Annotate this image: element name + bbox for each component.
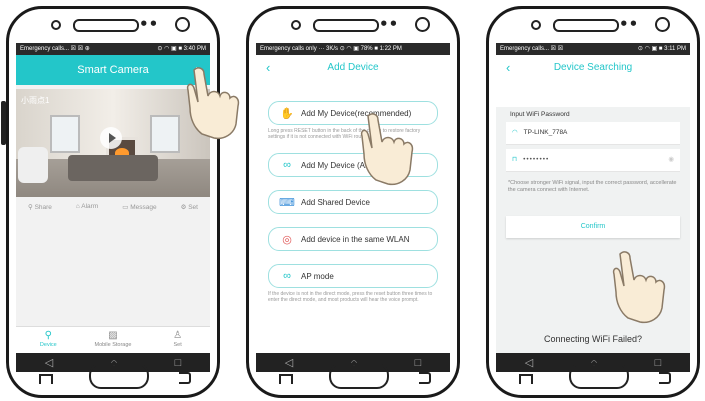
- back-nav-icon[interactable]: ◁: [525, 356, 533, 369]
- location-icon: ◎: [282, 233, 292, 246]
- status-bar: Emergency calls... ☒ ☒ ⊙ ◠ ▣ ■ 3:11 PM: [496, 43, 690, 55]
- page-title: Smart Camera +: [16, 55, 210, 85]
- status-bar: Emergency calls... ☒ ☒ ⊕ ⊙ ◠ ▣ ■ 3:40 PM: [16, 43, 210, 55]
- add-shared-device-button[interactable]: ⌨ Add Shared Device: [268, 190, 438, 214]
- camera-preview[interactable]: 小雨点1: [16, 89, 210, 197]
- alarm-button[interactable]: ⌂ Alarm: [76, 203, 98, 211]
- tab-set[interactable]: ♙ Set: [148, 327, 208, 353]
- phone-1: •• Emergency calls... ☒ ☒ ⊕ ⊙ ◠ ▣ ■ 3:40…: [1, 6, 220, 398]
- wifi-password-field[interactable]: ⊓ •••••••• ◉: [506, 149, 680, 172]
- wifi-icon: ◠: [512, 129, 518, 136]
- link-icon: ∞: [283, 270, 291, 282]
- connecting-failed-link[interactable]: Connecting WiFi Failed?: [496, 334, 690, 344]
- password-note: *Choose stronger WiFi signal, input the …: [508, 180, 677, 193]
- screen-device-searching: Emergency calls... ☒ ☒ ⊙ ◠ ▣ ■ 3:11 PM ‹…: [496, 43, 690, 372]
- set-button[interactable]: ⚙ Set: [181, 203, 198, 211]
- tab-mobile-storage[interactable]: ▨ Mobile Storage: [83, 327, 143, 353]
- recent-nav-icon[interactable]: □: [175, 357, 182, 369]
- screen-smart-camera: Emergency calls... ☒ ☒ ⊕ ⊙ ◠ ▣ ■ 3:40 PM…: [16, 43, 210, 372]
- keyboard-icon: ⌨: [279, 196, 295, 209]
- eye-icon[interactable]: ◉: [668, 149, 674, 171]
- back-nav-icon[interactable]: ◁: [285, 356, 293, 369]
- camera-actions: ⚲ Share ⌂ Alarm ▭ Message ⚙ Set: [16, 197, 210, 217]
- page-title: ‹ Add Device: [256, 55, 450, 81]
- message-button[interactable]: ▭ Message: [122, 203, 156, 211]
- image-icon: ▨: [108, 330, 118, 341]
- add-device-recommended-button[interactable]: ✋ Add My Device(recommended): [268, 101, 438, 125]
- phone-3: •• Emergency calls... ☒ ☒ ⊙ ◠ ▣ ■ 3:11 P…: [486, 6, 700, 398]
- hand-icon: ✋: [280, 107, 294, 120]
- add-wlan-device-button[interactable]: ◎ Add device in the same WLAN: [268, 227, 438, 251]
- add-device-ap-button[interactable]: ∞ Add My Device (AP mode): [268, 153, 438, 177]
- share-icon: ⚲: [27, 204, 35, 211]
- lock-icon: ⊓: [512, 156, 518, 163]
- play-icon[interactable]: [100, 127, 122, 149]
- ap-mode-button[interactable]: ∞ AP mode: [268, 264, 438, 288]
- screen-add-device: Emergency calls only ··· 3K/s ⊙ ◠ ▣ 78% …: [256, 43, 450, 372]
- wifi-network-field[interactable]: ◠ TP-LINK_778A: [506, 122, 680, 145]
- confirm-button[interactable]: Confirm: [506, 216, 680, 238]
- phone-2: •• Emergency calls only ··· 3K/s ⊙ ◠ ▣ 7…: [246, 6, 460, 398]
- camera-name: 小雨点1: [21, 96, 50, 105]
- page-title: ‹ Device Searching: [496, 55, 690, 81]
- bottom-tab-bar: ⚲ Device ▨ Mobile Storage ♙ Set: [16, 326, 210, 353]
- link-icon: ∞: [283, 159, 291, 171]
- recent-nav-icon[interactable]: □: [415, 357, 422, 369]
- back-nav-icon[interactable]: ◁: [45, 356, 53, 369]
- user-icon: ♙: [173, 330, 183, 341]
- status-bar: Emergency calls only ··· 3K/s ⊙ ◠ ▣ 78% …: [256, 43, 450, 55]
- add-icon[interactable]: +: [193, 55, 200, 85]
- location-pin-icon: ⚲: [44, 330, 52, 341]
- message-icon: ▭: [122, 204, 131, 211]
- back-chevron-icon[interactable]: ‹: [266, 55, 270, 81]
- ap-mode-note: If the device is not in the direct mode,…: [268, 291, 433, 303]
- password-label: Input WiFi Password: [510, 111, 570, 118]
- share-button[interactable]: ⚲ Share: [28, 203, 52, 211]
- recent-nav-icon[interactable]: □: [655, 357, 662, 369]
- recommended-note: Long press RESET button in the back of t…: [268, 128, 421, 140]
- tab-device[interactable]: ⚲ Device: [18, 327, 78, 353]
- back-chevron-icon[interactable]: ‹: [506, 55, 510, 81]
